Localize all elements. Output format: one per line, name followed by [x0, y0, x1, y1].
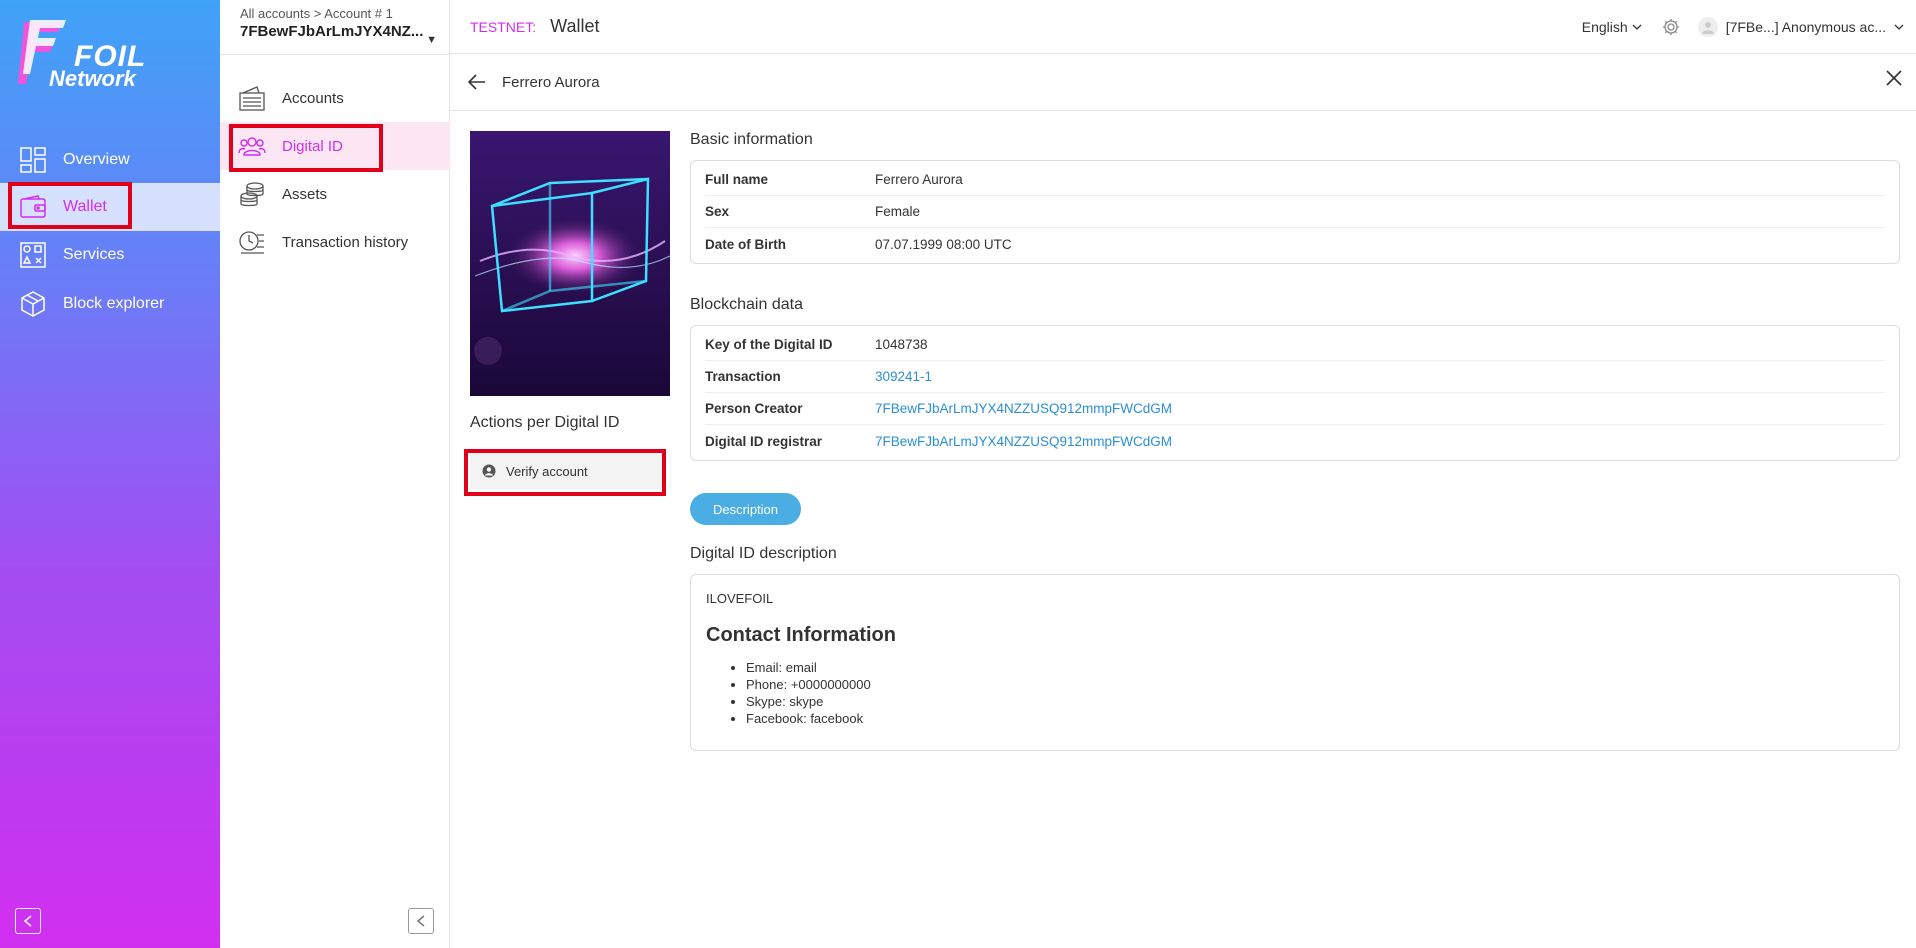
subnav-item-label: Transaction history	[282, 233, 409, 251]
close-icon[interactable]	[1886, 70, 1902, 86]
chevron-down-icon	[1632, 24, 1642, 30]
network-label: TESTNET:	[470, 18, 537, 35]
registrar-link[interactable]: 7FBewFJbArLmJYX4NZZUSQ912mmpFWCdGM	[875, 434, 1172, 449]
transaction-link[interactable]: 309241-1	[875, 369, 932, 384]
chevron-down-icon	[1894, 24, 1904, 30]
info-row-sex: Sex Female	[705, 196, 1885, 228]
user-shield-icon	[482, 464, 496, 478]
block-explorer-icon	[19, 290, 47, 318]
subnav-item-label: Accounts	[282, 89, 344, 107]
subnav-item-transaction-history[interactable]: Transaction history	[220, 218, 450, 266]
services-icon	[19, 241, 47, 269]
row-value: Female	[875, 204, 921, 219]
basic-information-card: Full name Ferrero Aurora Sex Female Date…	[690, 160, 1900, 264]
person-creator-link[interactable]: 7FBewFJbArLmJYX4NZZUSQ912mmpFWCdGM	[875, 401, 1172, 416]
blockchain-data-card: Key of the Digital ID 1048738 Transactio…	[690, 325, 1900, 461]
divider	[220, 54, 450, 55]
back-arrow-icon[interactable]	[468, 74, 486, 90]
main-sidebar: FOIL Network Overview Wallet Services Bl…	[0, 0, 220, 948]
top-bar-right: English [7FBe...] Anonymous ac...	[1582, 0, 1904, 54]
digital-id-icon	[238, 132, 266, 160]
overview-icon	[19, 146, 47, 174]
language-label: English	[1581, 19, 1628, 35]
account-breadcrumb: All accounts > Account # 1	[240, 6, 393, 21]
subnav-item-accounts[interactable]: Accounts	[220, 74, 450, 122]
contact-heading: Contact Information	[706, 624, 896, 646]
contact-list: Email: email Phone: +0000000000 Skype: s…	[746, 659, 1884, 727]
list-item: Email: email	[746, 659, 1884, 676]
chevron-left-icon	[416, 915, 425, 927]
list-item: Facebook: facebook	[746, 710, 1884, 727]
page-title: Wallet	[550, 16, 600, 36]
account-selector[interactable]: All accounts > Account # 1 7FBewFJbArLmJ…	[240, 6, 445, 46]
collapse-main-sidebar-button[interactable]	[15, 908, 41, 934]
blockchain-data-title: Blockchain data	[690, 296, 803, 313]
row-value: 1048738	[875, 337, 928, 352]
basic-information-title: Basic information	[690, 131, 813, 148]
list-item: Phone: +0000000000	[746, 676, 1884, 693]
description-title: Digital ID description	[690, 545, 837, 562]
verify-account-label: Verify account	[506, 463, 588, 479]
list-item: Skype: skype	[746, 693, 1884, 710]
nav-item-overview[interactable]: Overview	[0, 136, 220, 184]
assets-icon	[238, 180, 266, 208]
row-key: Person Creator	[705, 401, 803, 416]
gear-icon[interactable]	[1662, 18, 1680, 36]
chevron-left-icon	[23, 915, 32, 927]
top-bar: TESTNET: Wallet English [7FBe...] Anonym…	[450, 0, 1916, 54]
row-key: Date of Birth	[705, 236, 786, 252]
row-key: Transaction	[705, 369, 781, 384]
wallet-icon	[19, 193, 47, 221]
nav-item-services[interactable]: Services	[0, 231, 220, 279]
nav-item-block-explorer[interactable]: Block explorer	[0, 280, 220, 328]
info-row-date-of-birth: Date of Birth 07.07.1999 08:00 UTC	[705, 228, 1885, 260]
row-key: Full name	[705, 172, 769, 187]
actions-title: Actions per Digital ID	[470, 414, 620, 431]
user-label: [7FBe...] Anonymous ac...	[1725, 19, 1886, 35]
digital-id-image	[470, 131, 670, 396]
digital-id-title: Ferrero Aurora	[502, 73, 600, 91]
info-row-registrar: Digital ID registrar 7FBewFJbArLmJYX4NZZ…	[705, 425, 1885, 457]
network-logo-text: Network	[49, 66, 136, 91]
nav-item-label: Overview	[63, 151, 130, 168]
verify-account-button[interactable]: Verify account	[470, 453, 662, 489]
subnav-item-assets[interactable]: Assets	[220, 170, 450, 218]
description-card: ILOVEFOIL Contact Information Email: ema…	[690, 574, 1900, 751]
transaction-history-icon	[238, 228, 266, 256]
content-header: Ferrero Aurora	[450, 54, 1916, 111]
caret-down-icon: ▼	[426, 34, 437, 46]
row-key: Digital ID registrar	[705, 433, 823, 449]
row-value: Ferrero Aurora	[875, 172, 963, 187]
accounts-icon	[238, 84, 266, 112]
account-address: 7FBewFJbArLmJYX4NZ...	[240, 23, 424, 40]
subnav-item-label: Assets	[282, 185, 328, 203]
description-button[interactable]: Description	[690, 493, 801, 525]
wallet-subnav: All accounts > Account # 1 7FBewFJbArLmJ…	[220, 0, 450, 948]
row-key: Key of the Digital ID	[705, 337, 833, 352]
row-value: 07.07.1999 08:00 UTC	[875, 236, 1012, 252]
collapse-subnav-button[interactable]	[408, 908, 434, 934]
description-first-line: ILOVEFOIL	[706, 591, 774, 606]
info-row-full-name: Full name Ferrero Aurora	[705, 164, 1885, 196]
row-key: Sex	[705, 204, 730, 219]
info-row-person-creator: Person Creator 7FBewFJbArLmJYX4NZZUSQ912…	[705, 393, 1885, 425]
subnav-item-digital-id[interactable]: Digital ID	[220, 122, 450, 170]
subnav-item-label: Digital ID	[282, 137, 343, 155]
nav-item-label: Services	[63, 246, 125, 263]
info-row-transaction: Transaction 309241-1	[705, 361, 1885, 393]
user-icon	[1701, 22, 1714, 34]
info-row-key: Key of the Digital ID 1048738	[705, 329, 1885, 361]
language-selector[interactable]: English	[1582, 19, 1642, 35]
nav-item-label: Block explorer	[63, 295, 165, 312]
user-menu[interactable]: [7FBe...] Anonymous ac...	[1697, 17, 1904, 37]
nav-item-wallet[interactable]: Wallet	[0, 183, 220, 231]
foil-logo[interactable]: FOIL Network	[18, 18, 145, 91]
nav-item-label: Wallet	[63, 198, 107, 215]
avatar	[1697, 17, 1718, 37]
